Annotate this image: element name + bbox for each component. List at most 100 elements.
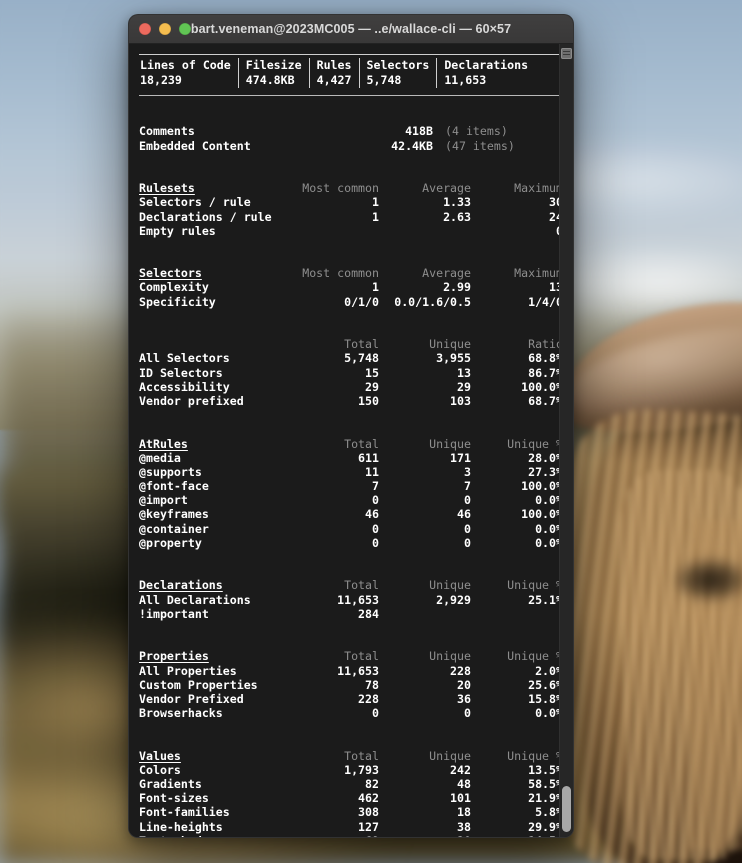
row-label: Complexity (139, 280, 209, 295)
row-label: All Selectors (139, 351, 230, 366)
row-value: 29 (365, 379, 379, 394)
table-row: @keyframes 46 46 100.0% (139, 507, 565, 521)
row-value: 24 (549, 209, 563, 224)
column-header: Average (422, 266, 471, 281)
section-header-rulesets: Rulesets Most common Average Maximum (139, 181, 565, 195)
column-header: Total (344, 337, 379, 352)
row-label: Text-shadows (139, 834, 289, 837)
column-header: Unique % (507, 748, 563, 763)
terminal-window[interactable]: bart.veneman@2023MC005 — ..e/wallace-cli… (128, 14, 574, 838)
overview-row-comments: Comments 418B (4 items) (139, 124, 565, 138)
table-row: @media 611 171 28.0% (139, 451, 565, 465)
summary-cell-value: 4,427 (316, 73, 352, 87)
table-row: @import 0 0 0.0% (139, 493, 565, 507)
table-row: Colors 1,793 242 13.5% (139, 763, 565, 777)
terminal-body[interactable]: Lines of Code 18,239 Filesize 474.8KB Ru… (129, 44, 573, 837)
summary-cell-filesize: Filesize 474.8KB (237, 58, 309, 88)
overview-note: (4 items) (445, 124, 508, 139)
row-value: 15.8% (528, 691, 563, 706)
section-title: Values (139, 748, 181, 763)
row-value: 29 (457, 379, 471, 394)
section-title: Properties (139, 649, 209, 664)
column-header: Total (344, 748, 379, 763)
row-value: 0 (464, 521, 471, 536)
close-window-icon[interactable] (139, 23, 151, 35)
row-value: 1 (372, 195, 379, 210)
row-value: 284 (358, 606, 379, 621)
summary-cell-value: 18,239 (140, 73, 182, 87)
table-row: Complexity 1 2.99 13 (139, 280, 565, 294)
summary-table: Lines of Code 18,239 Filesize 474.8KB Ru… (139, 55, 565, 91)
scrollbar-thumb[interactable] (562, 786, 571, 832)
row-value: 2.99 (443, 280, 471, 295)
row-value: 127 (358, 819, 379, 834)
row-value: 36 (457, 691, 471, 706)
table-row: Declarations / rule 1 2.63 24 (139, 210, 565, 224)
row-value: 0.0% (535, 535, 563, 550)
row-value: 11 (365, 464, 379, 479)
table-row: Custom Properties 78 20 25.6% (139, 678, 565, 692)
column-header: Most common (302, 181, 379, 196)
row-value: 100.0% (521, 379, 563, 394)
table-row: All Selectors 5,748 3,955 68.8% (139, 351, 565, 365)
row-value: 0 (372, 535, 379, 550)
row-value: 228 (450, 663, 471, 678)
column-header: Maximum (514, 266, 563, 281)
row-value: 46 (365, 507, 379, 522)
row-value: 1 (372, 280, 379, 295)
window-title: bart.veneman@2023MC005 — ..e/wallace-cli… (190, 22, 512, 36)
row-label: Specificity (139, 294, 216, 309)
row-value: 0 (464, 493, 471, 508)
row-label: Browserhacks (139, 706, 223, 721)
terminal-screen[interactable]: Lines of Code 18,239 Filesize 474.8KB Ru… (129, 44, 573, 837)
row-label: Empty rules (139, 223, 216, 238)
row-label: @media (139, 450, 181, 465)
table-row: All Declarations 11,653 2,929 25.1% (139, 593, 565, 607)
row-value: 1/4/0 (528, 294, 563, 309)
column-header: Unique % (507, 436, 563, 451)
column-header: Unique % (507, 578, 563, 593)
terminal-scrollbar[interactable] (559, 44, 573, 837)
summary-cell-label: Lines of Code (140, 58, 231, 72)
summary-cell-rules: Rules 4,427 (308, 58, 359, 88)
row-value: 48 (457, 777, 471, 791)
summary-cell-label: Declarations (444, 58, 529, 72)
traffic-light-group (129, 23, 191, 35)
row-value: 78 (365, 677, 379, 692)
summary-cell-declarations: Declarations 11,653 (436, 58, 535, 88)
column-header: Ratio (528, 337, 563, 352)
table-row: Line-heights 127 38 29.9% (139, 820, 565, 834)
row-value: 0.0% (535, 706, 563, 721)
table-row: @container 0 0 0.0% (139, 522, 565, 536)
overview-row-embedded-content: Embedded Content 42.4KB (47 items) (139, 139, 565, 153)
row-value: 18 (457, 805, 471, 820)
row-value: 2.63 (443, 209, 471, 224)
minimize-window-icon[interactable] (159, 23, 171, 35)
terminal-content: Lines of Code 18,239 Filesize 474.8KB Ru… (129, 54, 573, 837)
scrollbar-up-button-icon[interactable] (561, 48, 572, 59)
row-value: 7 (464, 479, 471, 494)
column-header: Maximum (514, 181, 563, 196)
row-value: 14.5% (471, 834, 563, 837)
row-value: 5,748 (344, 351, 379, 366)
row-value: 15 (365, 365, 379, 380)
maximize-window-icon[interactable] (179, 23, 191, 35)
row-value: 11,653 (337, 592, 379, 607)
table-row: Browserhacks 0 0 0.0% (139, 706, 565, 720)
table-row: Specificity 0/1/0 0.0/1.6/0.5 1/4/0 (139, 295, 565, 309)
row-value: 100.0% (521, 479, 563, 494)
window-titlebar[interactable]: bart.veneman@2023MC005 — ..e/wallace-cli… (129, 15, 573, 44)
overview-note: (47 items) (445, 138, 515, 153)
section-title: Declarations (139, 578, 223, 593)
row-label: !important (139, 606, 209, 621)
table-row: !important 284 (139, 607, 565, 621)
column-header: Unique (429, 748, 471, 763)
